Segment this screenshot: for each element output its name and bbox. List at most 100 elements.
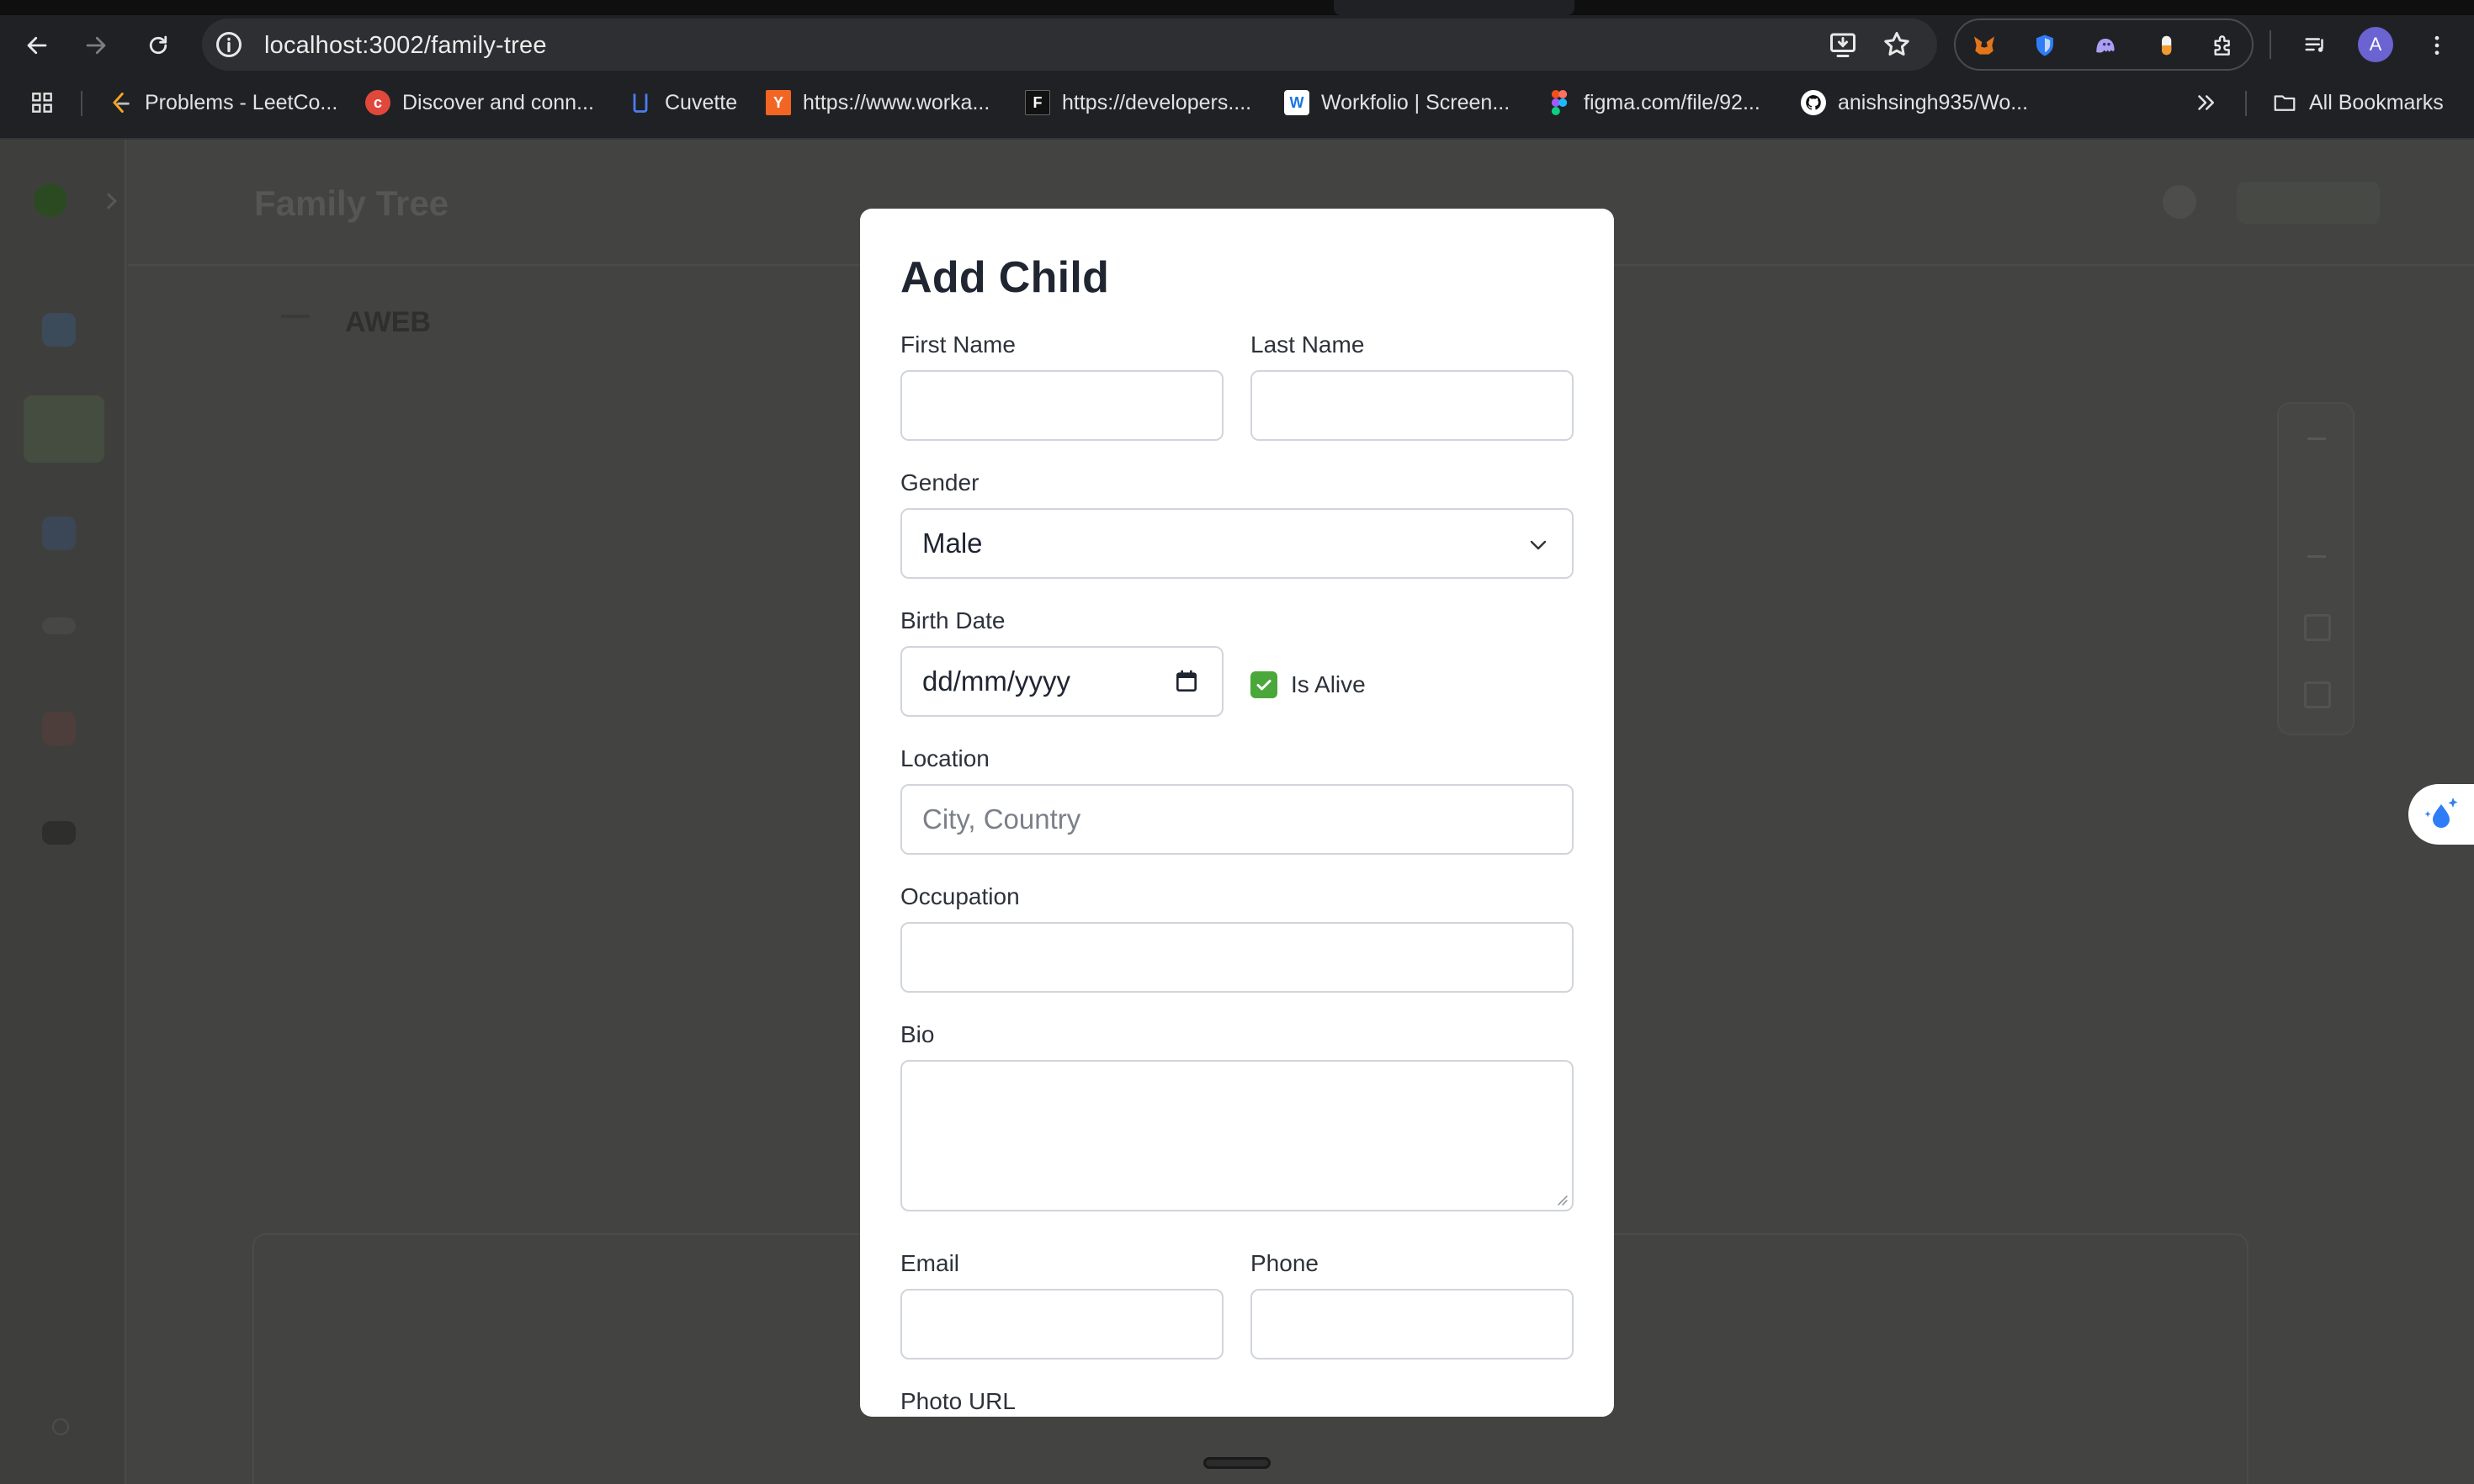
site-info-icon[interactable] [214,29,244,60]
github-icon [1801,90,1826,115]
collapse-chevron-icon[interactable] [100,193,117,209]
notification-icon[interactable] [2163,185,2196,219]
checkmark-icon [1256,680,1272,691]
ghost-icon[interactable] [2090,30,2121,61]
playlist-icon [2305,38,2323,52]
gender-selected-value: Male [922,527,983,559]
last-name-input[interactable] [1250,370,1574,441]
workfolio-icon: W [1284,90,1309,115]
zoom-out-icon[interactable] [2307,555,2326,558]
person-icon[interactable] [42,517,76,550]
app-title: Family Tree [254,183,449,223]
bookmark-leetcode[interactable]: Problems - LeetCo... [108,86,337,119]
zoom-controls [2277,402,2355,735]
zoom-in-icon[interactable] [2307,437,2326,456]
chart-icon[interactable] [42,313,76,347]
phone-label: Phone [1250,1250,1319,1276]
media-controls-button[interactable] [2296,25,2336,66]
bookmark-figma[interactable]: figma.com/file/92... [1547,86,1760,119]
help-icon[interactable] [52,1418,69,1435]
birth-date-placeholder: dd/mm/yyyy [922,665,1071,697]
chevron-down-icon [1530,540,1547,550]
address-bar[interactable]: localhost:3002/family-tree [202,19,1937,71]
first-name-input[interactable] [900,370,1224,441]
bookmark-discover[interactable]: c Discover and conn... [365,86,594,119]
c-logo-icon: c [365,90,390,115]
url-text[interactable]: localhost:3002/family-tree [264,32,547,60]
tree-icon[interactable] [24,395,104,463]
app-logo-icon [34,183,67,217]
f-logo-icon: F [1025,90,1050,115]
bookmarks-divider [81,91,82,116]
bookmark-workat[interactable]: Y https://www.worka... [766,86,990,119]
cuvette-icon [628,90,653,115]
fullscreen-icon[interactable] [2304,681,2331,708]
gender-select[interactable]: Male [900,508,1574,579]
pill-icon[interactable] [2151,30,2181,61]
back-arrow-icon[interactable] [281,315,310,318]
figma-icon [1547,90,1572,115]
home-indicator[interactable] [1203,1457,1271,1469]
double-chevron-right-icon [2198,95,2214,110]
is-alive-checkbox[interactable] [1250,671,1277,698]
last-name-label: Last Name [1250,331,1365,358]
occupation-input[interactable] [900,922,1574,993]
resize-grip-icon[interactable] [1555,1193,1569,1206]
browser-toolbar: localhost:3002/family-tree A [0,15,2474,72]
calendar-icon[interactable] [1173,668,1200,695]
arrow-right-icon [86,36,106,55]
bio-label: Bio [900,1021,935,1047]
metamask-icon[interactable] [1969,30,1999,61]
bookmarks-divider-right [2245,91,2247,116]
puzzle-icon[interactable] [2208,30,2238,61]
folder-icon [2272,90,2297,115]
message-icon[interactable] [42,821,76,845]
bookmarks-bar: Problems - LeetCo... c Discover and conn… [0,72,2474,140]
toolbar-divider [2270,30,2271,59]
profile-avatar[interactable]: A [2358,27,2393,62]
divider-icon [42,617,76,634]
first-name-label: First Name [900,331,1016,358]
birth-date-input[interactable]: dd/mm/yyyy [900,646,1224,717]
sparkle-drop-icon [2424,798,2458,828]
back-button[interactable] [17,25,57,66]
calendar-icon[interactable] [42,712,76,745]
apps-grid-icon [32,93,52,113]
bookmark-github[interactable]: anishsingh935/Wo... [1801,86,2028,119]
location-input[interactable] [900,784,1574,855]
forward-button[interactable] [76,25,116,66]
install-app-icon[interactable] [1828,29,1858,60]
fit-view-icon[interactable] [2304,614,2331,641]
reload-button[interactable] [138,25,178,66]
email-input[interactable] [900,1289,1224,1359]
modal-title: Add Child [900,253,1110,302]
arrow-left-icon [27,36,47,55]
tree-name: AWEB [345,306,431,338]
bookmark-cuvette[interactable]: Cuvette [628,86,737,119]
shield-icon[interactable] [2030,30,2060,61]
location-label: Location [900,745,990,771]
kebab-menu-icon [2434,35,2439,56]
bookmark-star-icon[interactable] [1882,29,1912,60]
y-logo-icon: Y [766,90,791,115]
bookmark-workfolio[interactable]: W Workfolio | Screen... [1284,86,1510,119]
birth-date-label: Birth Date [900,607,1006,633]
bookmark-developers[interactable]: F https://developers.... [1025,86,1251,119]
apps-grid-button[interactable] [29,86,56,119]
more-bookmarks-button[interactable] [2193,86,2218,119]
leetcode-icon [108,90,133,115]
add-child-modal: Add Child First Name Last Name Gender Ma… [860,209,1614,1417]
email-label: Email [900,1250,960,1276]
extensions-group [1954,19,2254,71]
active-tab-edge[interactable] [1334,0,1574,15]
phone-input[interactable] [1250,1289,1574,1359]
is-alive-label[interactable]: Is Alive [1291,671,1366,698]
assistant-fab[interactable] [2408,784,2474,845]
photo-url-label: Photo URL [900,1388,1016,1414]
user-menu[interactable] [2237,182,2380,224]
reload-icon [149,35,167,55]
bio-textarea[interactable] [900,1060,1574,1211]
all-bookmarks-button[interactable]: All Bookmarks [2272,86,2444,119]
browser-menu-button[interactable] [2417,25,2457,66]
app-sidebar [0,140,126,1484]
